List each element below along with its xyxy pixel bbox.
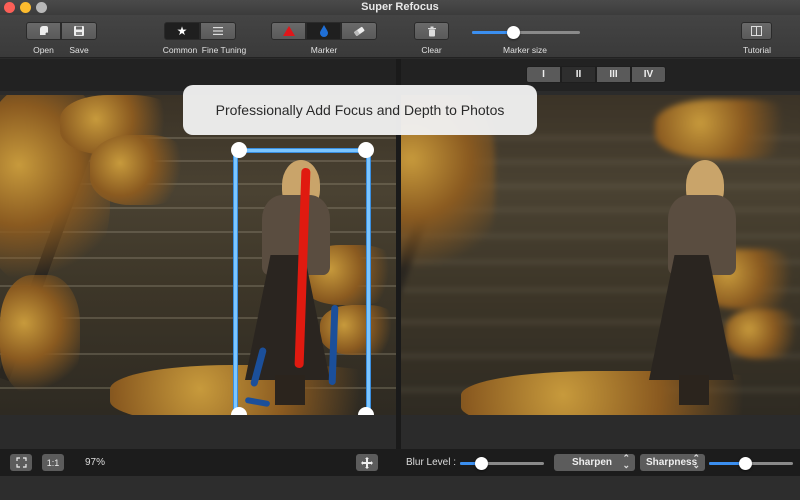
view-mode-iii[interactable]: III — [596, 66, 631, 83]
clear-button[interactable] — [414, 22, 449, 40]
marker-size-label: Marker size — [503, 45, 547, 55]
common-mode-button[interactable]: ★ — [164, 22, 200, 40]
pan-button[interactable] — [356, 454, 378, 471]
app-window: Super Refocus Open Save ★ Common Fine Tu… — [0, 0, 800, 500]
updown-chevron-icon: ⌃ ⌄ — [622, 453, 630, 470]
tutorial-button[interactable] — [741, 22, 772, 40]
sharpen-select[interactable]: Sharpen ⌃ ⌄ — [554, 454, 635, 471]
marker-size-slider[interactable] — [472, 26, 580, 39]
blur-level-label: Blur Level : — [406, 457, 457, 468]
star-icon: ★ — [176, 24, 188, 38]
resize-handle-top-right[interactable] — [358, 142, 374, 158]
zoom-level: 97% — [85, 457, 106, 468]
sharpness-slider[interactable] — [709, 457, 793, 470]
fit-screen-icon — [15, 457, 27, 468]
view-mode-ii[interactable]: II — [561, 66, 596, 83]
save-button[interactable] — [61, 22, 97, 40]
save-label: Save — [69, 45, 89, 55]
sharpen-select-value: Sharpen — [572, 457, 613, 468]
sliders-icon — [213, 27, 223, 35]
view-mode-iv[interactable]: IV — [631, 66, 666, 83]
sharpness-select[interactable]: Sharpness ⌃ ⌄ — [640, 454, 705, 471]
fit-to-screen-button[interactable] — [10, 454, 32, 471]
save-disk-icon — [74, 26, 84, 36]
open-image-icon — [39, 26, 48, 36]
result-image-pane[interactable] — [401, 95, 800, 415]
marker-label: Marker — [310, 45, 338, 55]
bottom-bar: 1:1 97% Blur Level : Sharpen ⌃ ⌄ Sharpnes… — [0, 449, 800, 476]
red-marker-button[interactable] — [271, 22, 306, 40]
open-button[interactable] — [26, 22, 61, 40]
title-bar: Super Refocus — [0, 0, 800, 15]
view-mode-i[interactable]: I — [526, 66, 561, 83]
refocused-photo-background — [401, 95, 800, 415]
blue-drop-icon — [319, 25, 328, 37]
sharpness-slider-thumb[interactable] — [739, 457, 753, 470]
tutorial-label: Tutorial — [742, 45, 772, 55]
sharpness-select-value: Sharpness — [646, 457, 698, 468]
resize-handle-top-left[interactable] — [231, 142, 247, 158]
trash-icon — [427, 26, 436, 36]
move-arrows-icon — [361, 456, 373, 469]
blue-marker-button[interactable] — [306, 22, 341, 40]
eraser-icon — [354, 26, 365, 36]
fine-tuning-label: Fine Tuning — [201, 45, 247, 55]
fine-tuning-mode-button[interactable] — [200, 22, 236, 40]
actual-size-button[interactable]: 1:1 — [42, 454, 64, 471]
window-title: Super Refocus — [361, 1, 439, 13]
eraser-button[interactable] — [341, 22, 377, 40]
open-label: Open — [33, 45, 54, 55]
promo-banner: Professionally Add Focus and Depth to Ph… — [183, 85, 537, 135]
blur-level-slider[interactable] — [460, 457, 544, 470]
toolbar: Open Save ★ Common Fine Tuning Marker Cl… — [0, 15, 800, 58]
selection-rectangle[interactable] — [234, 149, 370, 415]
updown-chevron-icon: ⌃ ⌄ — [692, 453, 700, 470]
red-triangle-icon — [282, 26, 295, 36]
marker-size-slider-thumb[interactable] — [507, 26, 521, 39]
original-image-pane[interactable] — [0, 95, 396, 415]
common-label: Common — [162, 45, 198, 55]
blur-level-slider-thumb[interactable] — [475, 457, 488, 470]
book-icon — [751, 26, 762, 36]
clear-label: Clear — [421, 45, 442, 55]
window-footer — [0, 476, 800, 500]
